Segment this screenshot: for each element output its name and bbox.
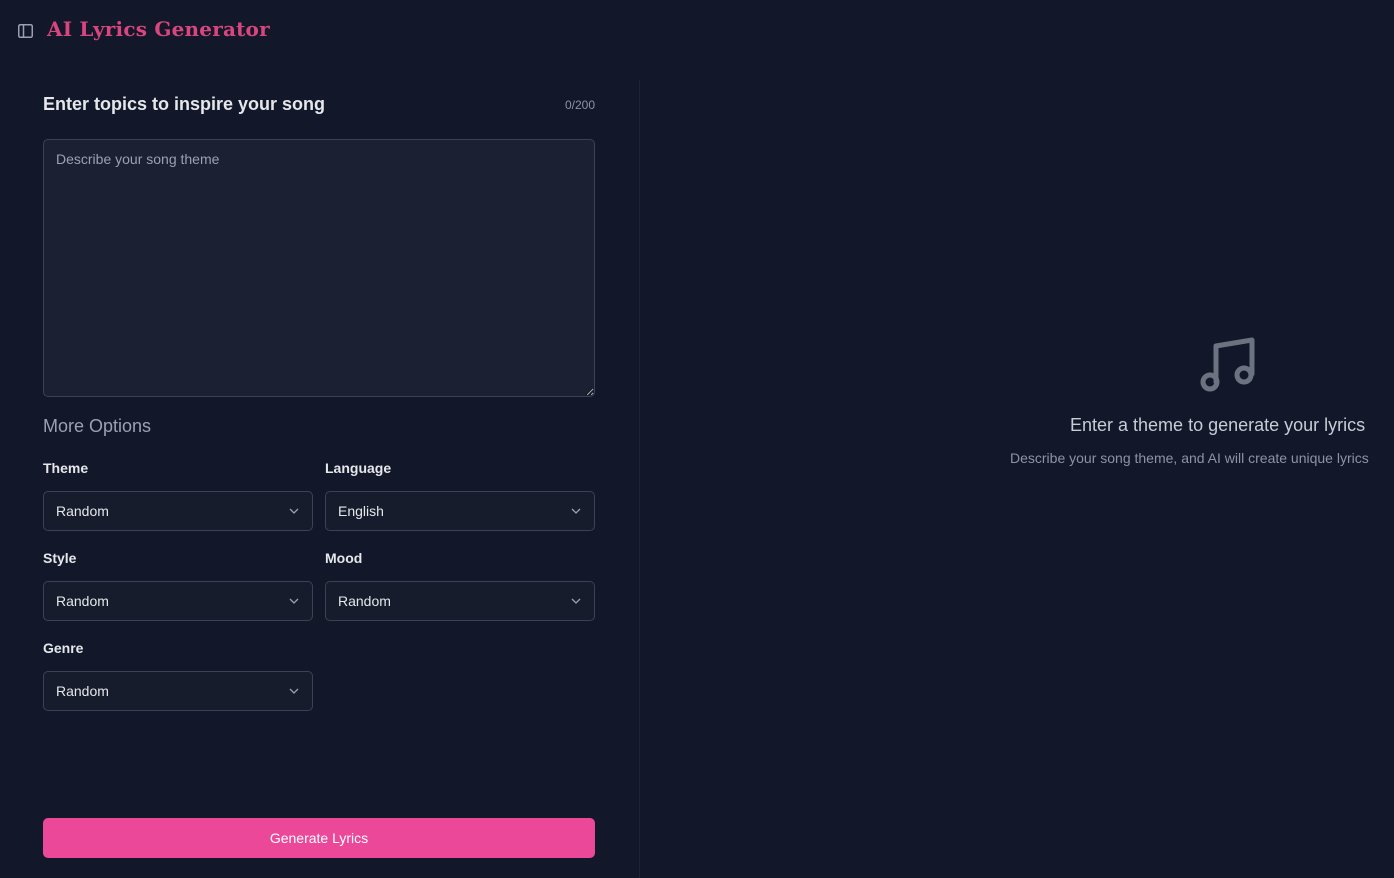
lyrics-output-panel: Enter a theme to generate your lyrics De… (640, 62, 1394, 878)
language-label: Language (325, 460, 392, 476)
chevron-down-icon (570, 595, 582, 607)
mood-select[interactable]: Random (325, 581, 595, 621)
char-count: 0/200 (564, 98, 595, 112)
theme-select-value: Random (56, 503, 109, 519)
style-select[interactable]: Random (43, 581, 313, 621)
more-options-heading: More Options (43, 416, 152, 436)
mood-select-value: Random (338, 593, 391, 609)
app-title: AI Lyrics Generator (47, 17, 270, 41)
language-select-value: English (338, 503, 384, 519)
chevron-down-icon (288, 595, 300, 607)
sidebar-toggle-icon[interactable] (17, 23, 33, 39)
chevron-down-icon (288, 685, 300, 697)
empty-state-description: Describe your song theme, and AI will cr… (1010, 450, 1369, 466)
chevron-down-icon (288, 505, 300, 517)
top-bar: AI Lyrics Generator (0, 0, 1394, 62)
generate-lyrics-button[interactable]: Generate Lyrics (43, 818, 595, 858)
mood-label: Mood (325, 550, 363, 566)
music-note-icon (1198, 336, 1256, 394)
genre-select-value: Random (56, 683, 109, 699)
chevron-down-icon (570, 505, 582, 517)
genre-select[interactable]: Random (43, 671, 313, 711)
style-label: Style (43, 550, 77, 566)
empty-state-title: Enter a theme to generate your lyrics (1070, 415, 1366, 435)
language-select[interactable]: English (325, 491, 595, 531)
theme-select[interactable]: Random (43, 491, 313, 531)
lyrics-form-panel: Enter topics to inspire your song 0/200 … (43, 80, 595, 878)
theme-label: Theme (43, 460, 89, 476)
song-theme-input[interactable] (43, 139, 595, 397)
style-select-value: Random (56, 593, 109, 609)
prompt-title: Enter topics to inspire your song (43, 94, 326, 114)
genre-label: Genre (43, 640, 84, 656)
